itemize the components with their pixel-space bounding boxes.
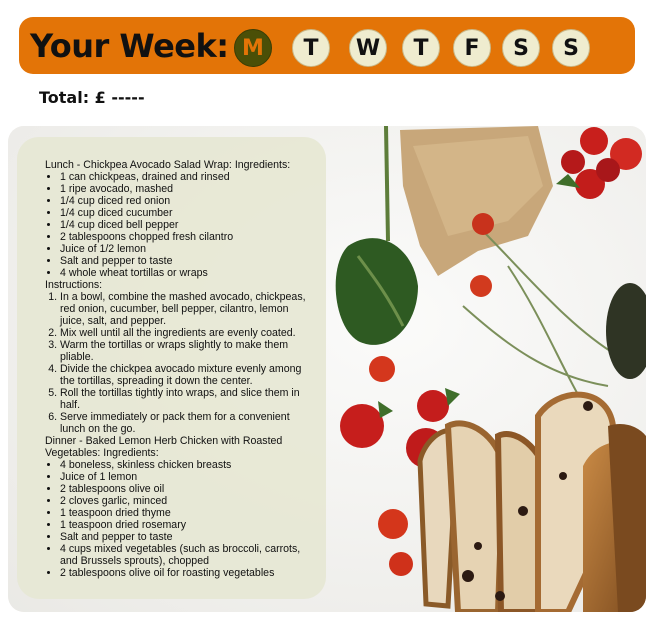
list-item: 2 tablespoons olive oil for roasting veg…	[60, 567, 314, 579]
day-button-saturday[interactable]: S	[502, 29, 540, 67]
day-button-friday[interactable]: F	[453, 29, 491, 67]
lunch-instructions-list: In a bowl, combine the mashed avocado, c…	[45, 291, 314, 435]
list-item: 4 cups mixed vegetables (such as broccol…	[60, 543, 314, 567]
list-item: 1/4 cup diced cucumber	[60, 207, 314, 219]
lunch-title: Lunch - Chickpea Avocado Salad Wrap: Ing…	[45, 159, 291, 171]
list-item: Roll the tortillas tightly into wraps, a…	[60, 387, 314, 411]
list-item: Serve immediately or pack them for a con…	[60, 411, 314, 435]
weekly-total: Total: £ -----	[39, 88, 145, 107]
lunch-ingredients-list: 1 can chickpeas, drained and rinsed 1 ri…	[45, 171, 314, 279]
list-item: 1/4 cup diced red onion	[60, 195, 314, 207]
day-button-sunday[interactable]: S	[552, 29, 590, 67]
recipe-card: Lunch - Chickpea Avocado Salad Wrap: Ing…	[17, 137, 326, 599]
list-item: 1 ripe avocado, mashed	[60, 183, 314, 195]
dinner-title: Dinner - Baked Lemon Herb Chicken with R…	[45, 435, 283, 459]
list-item: Salt and pepper to taste	[60, 255, 314, 267]
list-item: 4 whole wheat tortillas or wraps	[60, 267, 314, 279]
list-item: 1 teaspoon dried rosemary	[60, 519, 314, 531]
instructions-label: Instructions:	[45, 279, 103, 291]
list-item: 2 cloves garlic, minced	[60, 495, 314, 507]
list-item: Juice of 1/2 lemon	[60, 243, 314, 255]
list-item: 1 can chickpeas, drained and rinsed	[60, 171, 314, 183]
list-item: 1/4 cup diced bell pepper	[60, 219, 314, 231]
list-item: Warm the tortillas or wraps slightly to …	[60, 339, 314, 363]
list-item: 2 tablespoons chopped fresh cilantro	[60, 231, 314, 243]
week-header: Your Week: M T W T F S S	[19, 17, 635, 74]
list-item: 1 teaspoon dried thyme	[60, 507, 314, 519]
day-button-thursday[interactable]: T	[402, 29, 440, 67]
day-button-tuesday[interactable]: T	[292, 29, 330, 67]
list-item: Salt and pepper to taste	[60, 531, 314, 543]
list-item: Divide the chickpea avocado mixture even…	[60, 363, 314, 387]
dinner-ingredients-list: 4 boneless, skinless chicken breasts Jui…	[45, 459, 314, 579]
list-item: Mix well until all the ingredients are e…	[60, 327, 314, 339]
list-item: In a bowl, combine the mashed avocado, c…	[60, 291, 314, 327]
day-button-wednesday[interactable]: W	[349, 29, 387, 67]
list-item: 4 boneless, skinless chicken breasts	[60, 459, 314, 471]
day-button-monday[interactable]: M	[234, 29, 272, 67]
list-item: Juice of 1 lemon	[60, 471, 314, 483]
list-item: 2 tablespoons olive oil	[60, 483, 314, 495]
week-title: Your Week:	[30, 27, 229, 65]
